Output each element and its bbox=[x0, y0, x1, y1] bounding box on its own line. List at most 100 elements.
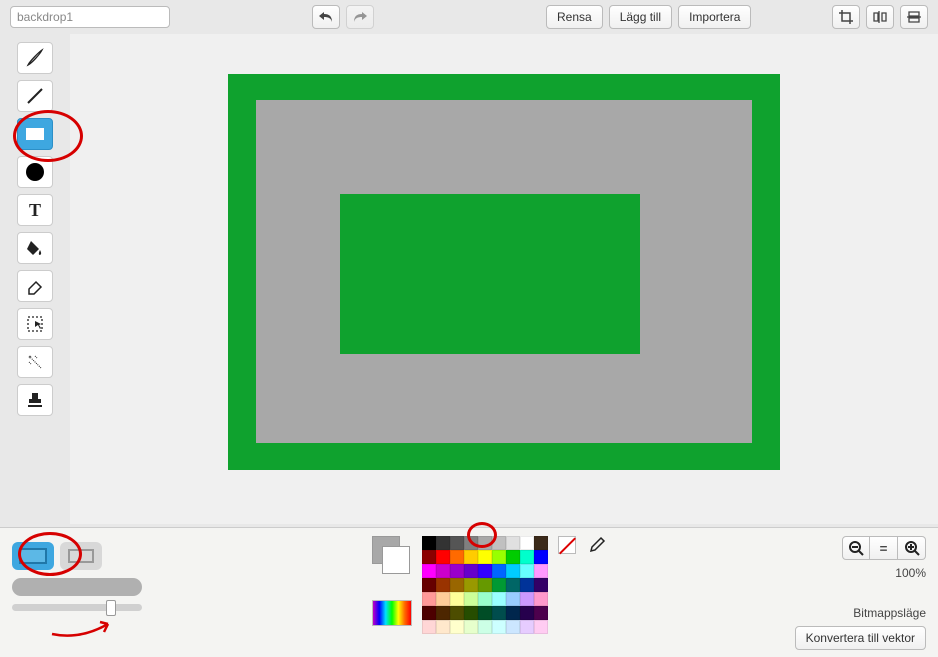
color-swatch[interactable] bbox=[464, 564, 478, 578]
color-swatch[interactable] bbox=[520, 550, 534, 564]
zoom-reset-button[interactable]: = bbox=[870, 536, 898, 560]
color-swatch[interactable] bbox=[506, 550, 520, 564]
costume-name-input[interactable] bbox=[10, 6, 170, 28]
color-swatch[interactable] bbox=[422, 606, 436, 620]
color-swatch[interactable] bbox=[478, 564, 492, 578]
color-picker-icon[interactable] bbox=[372, 600, 412, 626]
crop-icon[interactable] bbox=[832, 5, 860, 29]
stamp-tool[interactable] bbox=[17, 384, 53, 416]
wand-tool[interactable] bbox=[17, 346, 53, 378]
color-swatch[interactable] bbox=[422, 550, 436, 564]
color-swatch[interactable] bbox=[534, 550, 548, 564]
zoom-out-button[interactable] bbox=[842, 536, 870, 560]
color-swatch[interactable] bbox=[492, 592, 506, 606]
color-swatch[interactable] bbox=[506, 536, 520, 550]
color-swatch[interactable] bbox=[464, 606, 478, 620]
color-swatch[interactable] bbox=[422, 592, 436, 606]
undo-button[interactable] bbox=[312, 5, 340, 29]
ellipse-tool[interactable] bbox=[17, 156, 53, 188]
color-swatch[interactable] bbox=[450, 592, 464, 606]
import-button[interactable]: Importera bbox=[678, 5, 751, 29]
convert-vector-button[interactable]: Konvertera till vektor bbox=[795, 626, 926, 650]
canvas-area[interactable] bbox=[70, 34, 938, 524]
fill-tool[interactable] bbox=[17, 232, 53, 264]
color-swatch[interactable] bbox=[520, 536, 534, 550]
canvas[interactable] bbox=[228, 74, 780, 470]
color-swatch[interactable] bbox=[422, 578, 436, 592]
add-button[interactable]: Lägg till bbox=[609, 5, 672, 29]
color-swatch[interactable] bbox=[436, 536, 450, 550]
top-bar: Rensa Lägg till Importera bbox=[0, 0, 938, 34]
color-swatch[interactable] bbox=[464, 592, 478, 606]
eyedropper-icon[interactable] bbox=[586, 536, 606, 556]
color-swatch[interactable] bbox=[520, 592, 534, 606]
color-swatch[interactable] bbox=[436, 620, 450, 634]
opacity-slider[interactable] bbox=[12, 604, 142, 611]
color-swatch[interactable] bbox=[506, 578, 520, 592]
color-swatch[interactable] bbox=[436, 592, 450, 606]
brush-tool[interactable] bbox=[17, 42, 53, 74]
redo-button[interactable] bbox=[346, 5, 374, 29]
flip-vertical-icon[interactable] bbox=[900, 5, 928, 29]
color-swatch[interactable] bbox=[506, 620, 520, 634]
color-swatch[interactable] bbox=[492, 536, 506, 550]
color-swatch[interactable] bbox=[534, 578, 548, 592]
color-swatch[interactable] bbox=[450, 564, 464, 578]
color-swatch[interactable] bbox=[450, 620, 464, 634]
primary-color[interactable] bbox=[382, 546, 410, 574]
color-swatch[interactable] bbox=[478, 550, 492, 564]
line-tool[interactable] bbox=[17, 80, 53, 112]
color-swatch[interactable] bbox=[436, 550, 450, 564]
color-swatch[interactable] bbox=[422, 564, 436, 578]
color-swatch[interactable] bbox=[492, 620, 506, 634]
clear-button[interactable]: Rensa bbox=[546, 5, 603, 29]
text-tool[interactable]: T bbox=[17, 194, 53, 226]
color-swatch[interactable] bbox=[492, 564, 506, 578]
color-swatch[interactable] bbox=[520, 578, 534, 592]
color-swatch[interactable] bbox=[478, 606, 492, 620]
color-swatch[interactable] bbox=[478, 592, 492, 606]
color-swatch[interactable] bbox=[478, 578, 492, 592]
color-swatch[interactable] bbox=[492, 606, 506, 620]
slider-handle[interactable] bbox=[106, 600, 116, 616]
line-width-slider[interactable] bbox=[12, 578, 142, 596]
fill-outline-button[interactable] bbox=[60, 542, 102, 570]
color-swatch[interactable] bbox=[450, 578, 464, 592]
color-swatch[interactable] bbox=[520, 620, 534, 634]
color-swatch[interactable] bbox=[478, 620, 492, 634]
fill-options bbox=[12, 536, 172, 649]
drawn-green-rect bbox=[340, 194, 640, 354]
no-fill-swatch[interactable] bbox=[558, 536, 576, 554]
color-swatch[interactable] bbox=[464, 550, 478, 564]
color-swatch[interactable] bbox=[436, 564, 450, 578]
color-swatch[interactable] bbox=[534, 606, 548, 620]
color-swatch[interactable] bbox=[534, 620, 548, 634]
color-swatch[interactable] bbox=[464, 620, 478, 634]
color-swatch[interactable] bbox=[520, 606, 534, 620]
rectangle-tool[interactable] bbox=[17, 118, 53, 150]
color-swatch[interactable] bbox=[534, 564, 548, 578]
color-swatch[interactable] bbox=[492, 578, 506, 592]
color-swatch[interactable] bbox=[506, 606, 520, 620]
flip-horizontal-icon[interactable] bbox=[866, 5, 894, 29]
color-swatch[interactable] bbox=[450, 606, 464, 620]
color-swatch[interactable] bbox=[450, 536, 464, 550]
color-swatch[interactable] bbox=[492, 550, 506, 564]
color-swatch[interactable] bbox=[422, 620, 436, 634]
select-tool[interactable] bbox=[17, 308, 53, 340]
zoom-in-button[interactable] bbox=[898, 536, 926, 560]
color-swatch[interactable] bbox=[520, 564, 534, 578]
color-swatch[interactable] bbox=[450, 550, 464, 564]
color-swatch[interactable] bbox=[436, 606, 450, 620]
eraser-tool[interactable] bbox=[17, 270, 53, 302]
color-swatch[interactable] bbox=[464, 578, 478, 592]
color-swatch[interactable] bbox=[464, 536, 478, 550]
color-swatch[interactable] bbox=[422, 536, 436, 550]
color-swatch[interactable] bbox=[506, 564, 520, 578]
color-swatch[interactable] bbox=[506, 592, 520, 606]
color-swatch[interactable] bbox=[534, 536, 548, 550]
fill-solid-button[interactable] bbox=[12, 542, 54, 570]
color-swatch[interactable] bbox=[436, 578, 450, 592]
color-swatch[interactable] bbox=[478, 536, 492, 550]
color-swatch[interactable] bbox=[534, 592, 548, 606]
